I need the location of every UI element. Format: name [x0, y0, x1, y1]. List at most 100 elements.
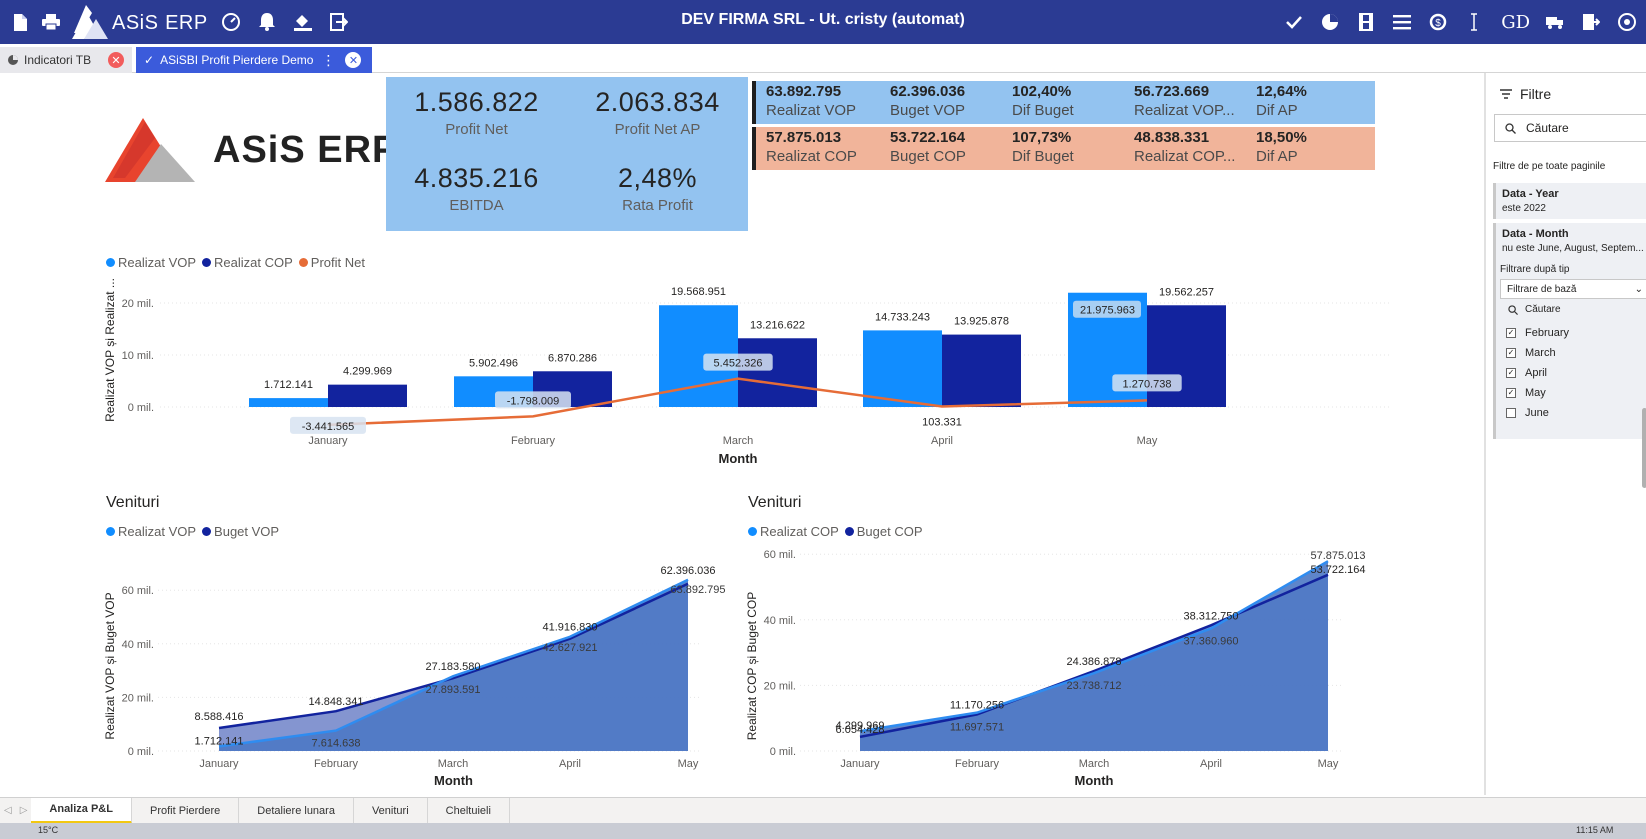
- legend-item[interactable]: Realizat VOP: [106, 524, 196, 539]
- legend-item[interactable]: Realizat COP: [748, 524, 839, 539]
- filter-search-placeholder: Căutare: [1526, 121, 1569, 135]
- logout-icon[interactable]: [1580, 11, 1602, 33]
- page-tab-analiza[interactable]: Analiza P&L: [31, 797, 132, 824]
- list-icon[interactable]: [1391, 11, 1413, 33]
- filter-card-year[interactable]: Data - Year este 2022: [1493, 183, 1646, 219]
- strip-label: Realizat VOP: [766, 102, 857, 119]
- legend-dot: [748, 527, 757, 536]
- strip-value: 63.892.795: [766, 83, 842, 100]
- legend-label: Realizat VOP: [118, 524, 197, 539]
- page-tab-venituri[interactable]: Venituri: [354, 797, 428, 824]
- kpi-label: Rata Profit: [622, 197, 693, 214]
- strip-value: 102,40%: [1012, 83, 1072, 100]
- legend-item[interactable]: Realizat VOP: [106, 255, 196, 270]
- kpi-profit-net-ap: 2.063.834 Profit Net AP: [567, 87, 748, 138]
- checkbox-checked-icon[interactable]: ✓: [1506, 348, 1516, 358]
- page-tab-label: Cheltuieli: [445, 804, 491, 817]
- legend-dot: [106, 258, 115, 267]
- legend-item[interactable]: Realizat COP: [202, 255, 293, 270]
- x-tick-label: February: [314, 758, 359, 770]
- filter-icon: [1500, 89, 1512, 99]
- data-label-realizat: 11.697.571: [950, 722, 1004, 734]
- y-tick-label: 20 mil.: [122, 692, 154, 704]
- y-tick-label: 60 mil.: [764, 549, 796, 561]
- next-page-icon[interactable]: ▷: [20, 805, 28, 816]
- legend-label: Realizat VOP: [118, 255, 197, 270]
- document-icon[interactable]: [9, 11, 31, 33]
- user-initials[interactable]: GD: [1501, 12, 1530, 33]
- area-chart-cop: 60 mil. 40 mil. 20 mil. 0 mil. Realizat COP …: [745, 549, 1366, 788]
- filter-type-select[interactable]: Filtrare de bază ⌄: [1500, 279, 1646, 299]
- tab-indicatori-tb[interactable]: Indicatori TB ✕: [0, 47, 132, 73]
- filter-option[interactable]: June: [1506, 407, 1549, 419]
- data-label-buget: 8.588.416: [195, 711, 244, 723]
- data-label-profit-net: -1.798.009: [507, 395, 560, 407]
- y-tick-label: 0 mil.: [770, 746, 796, 758]
- x-tick-label: March: [438, 758, 469, 770]
- taskbar-temperature: 15°C: [38, 825, 59, 835]
- text-cursor-icon[interactable]: [1463, 11, 1485, 33]
- data-label-realizat-cop: 19.562.257: [1159, 286, 1214, 298]
- data-label-buget: 27.183.580: [425, 661, 480, 673]
- filter-option-label: June: [1525, 407, 1549, 419]
- prev-page-icon[interactable]: ◁: [4, 805, 12, 816]
- checkbox-checked-icon[interactable]: ✓: [1506, 368, 1516, 378]
- data-label-buget: 53.722.164: [1310, 564, 1365, 576]
- filter-option[interactable]: ✓ May: [1506, 387, 1546, 399]
- checkbox-checked-icon[interactable]: ✓: [1506, 328, 1516, 338]
- tab-asisbi-profit[interactable]: ✓ ASiSBI Profit Pierdere Demo ⋮ ✕: [136, 47, 372, 73]
- checkbox-empty-icon[interactable]: [1506, 408, 1516, 418]
- filter-list-search[interactable]: Căutare: [1508, 304, 1561, 315]
- page-tab-label: Venituri: [371, 804, 409, 817]
- page-tab-detaliere[interactable]: Detaliere lunara: [239, 797, 354, 824]
- film-icon[interactable]: [1355, 11, 1377, 33]
- legend-item[interactable]: Profit Net: [298, 255, 365, 270]
- close-icon[interactable]: ✕: [345, 52, 362, 68]
- x-tick-label: February: [955, 758, 1000, 770]
- x-tick-label: February: [511, 435, 556, 447]
- x-axis-title: Month: [719, 451, 758, 466]
- page-tabs: ◁ ▷ Analiza P&L Profit Pierdere Detalier…: [0, 797, 1646, 824]
- sync-icon[interactable]: $: [1427, 11, 1449, 33]
- filter-card-title: Data - Year: [1502, 188, 1559, 200]
- more-options-icon[interactable]: ⋮: [321, 52, 335, 69]
- filter-option[interactable]: ✓ February: [1506, 327, 1569, 339]
- print-icon[interactable]: [40, 11, 62, 33]
- strip-label: Dif AP: [1256, 148, 1298, 165]
- filter-option[interactable]: ✓ April: [1506, 367, 1547, 379]
- page-tab-profit-pierdere[interactable]: Profit Pierdere: [132, 797, 240, 824]
- legend-item[interactable]: Buget COP: [844, 524, 923, 539]
- paint-bucket-icon[interactable]: [292, 11, 314, 33]
- strip-cell: 18,50% Dif AP: [1256, 129, 1307, 165]
- exit-icon[interactable]: [328, 11, 350, 33]
- truck-icon[interactable]: [1544, 11, 1566, 33]
- filter-search-input[interactable]: Căutare: [1494, 114, 1646, 142]
- checkbox-checked-icon[interactable]: ✓: [1506, 388, 1516, 398]
- filter-scrollbar[interactable]: [1642, 408, 1646, 488]
- app-logo[interactable]: ASiS ERP: [72, 5, 208, 39]
- pie-chart-icon[interactable]: [1319, 11, 1341, 33]
- dashboard-icon[interactable]: [220, 11, 242, 33]
- kpi-profit-net: 1.586.822 Profit Net: [386, 87, 567, 138]
- area-chart-cop-legend: Realizat COP Buget COP: [748, 524, 929, 539]
- check-icon[interactable]: [1283, 11, 1305, 33]
- strip-label: Realizat COP...: [1134, 148, 1236, 165]
- y-tick-label: 0 mil.: [128, 746, 154, 758]
- close-icon[interactable]: ✕: [108, 52, 124, 68]
- location-icon[interactable]: [1616, 11, 1638, 33]
- y-axis-title: Realizat VOP și Realizat ...: [103, 278, 117, 422]
- strip-value: 62.396.036: [890, 83, 966, 100]
- page-tab-cheltuieli[interactable]: Cheltuieli: [428, 797, 510, 824]
- data-label-profit-net: 1.270.738: [1123, 378, 1172, 390]
- data-label-realizat: 57.875.013: [1310, 550, 1365, 562]
- data-label-realizat-cop: 6.870.286: [548, 352, 597, 364]
- filter-all-pages-label: Filtre de pe toate paginile: [1493, 161, 1606, 172]
- bell-icon[interactable]: [256, 11, 278, 33]
- filter-type-label: Filtrare după tip: [1500, 264, 1570, 275]
- strip-value: 107,73%: [1012, 129, 1072, 146]
- legend-item[interactable]: Buget VOP: [202, 524, 279, 539]
- x-axis-title: Month: [1075, 773, 1114, 788]
- strip-cell: 63.892.795 Realizat VOP: [766, 83, 856, 119]
- filter-option[interactable]: ✓ March: [1506, 347, 1556, 359]
- y-tick-label: 60 mil.: [122, 585, 154, 597]
